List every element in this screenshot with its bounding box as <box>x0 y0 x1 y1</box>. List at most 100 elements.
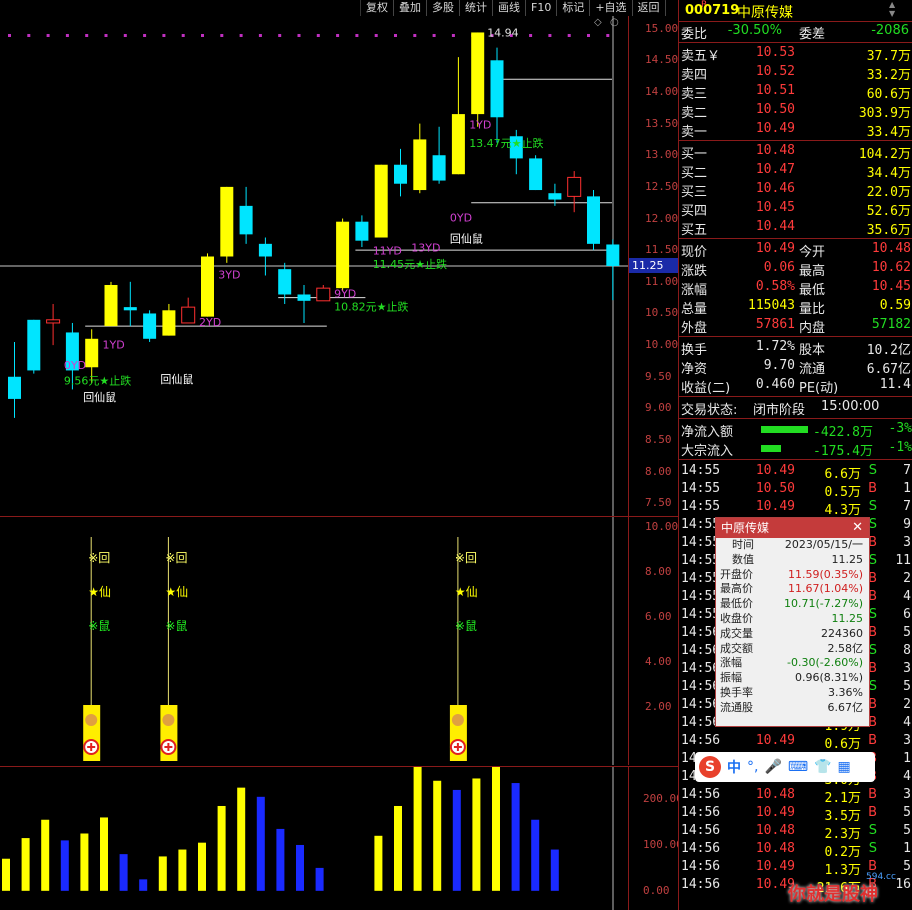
cell: 8 <box>903 643 911 658</box>
popup-row: 收盘价 11.25 <box>716 612 869 627</box>
volume-bar <box>237 787 246 891</box>
cell: 22.0万 <box>866 185 911 200</box>
candle-body <box>471 32 485 115</box>
cell: 今开 <box>799 245 826 260</box>
chart-annotation: 10.82元★止跌 <box>334 299 408 313</box>
candle-body <box>123 307 137 311</box>
cell: B <box>868 481 877 496</box>
toolbar-button-4[interactable]: 画线 <box>493 0 526 16</box>
candle-body <box>529 158 543 191</box>
volume-bar <box>198 842 206 891</box>
toolbar-button-8[interactable]: 返回 <box>633 0 666 16</box>
volume-bar <box>217 805 226 891</box>
high-price-label: 14.94 <box>487 26 519 39</box>
cell: -2086 <box>871 23 909 38</box>
cell: 2 <box>903 571 911 586</box>
price-tick-label: 7.50 <box>645 496 672 510</box>
popup-row: 流通股 6.67亿 <box>716 701 869 716</box>
cell: 0.59 <box>879 298 911 313</box>
toolbox-grid-icon[interactable]: ▦ <box>838 759 851 775</box>
cell: 5 <box>903 625 911 640</box>
cell: 10.52 <box>755 64 795 79</box>
popup-value: 6.67亿 <box>827 700 864 714</box>
volume-bar <box>511 783 520 891</box>
signal-chart[interactable]: ※回 ★仙 ※鼠 ※回 ★仙 ※鼠 ※回 ★仙 ※鼠 <box>0 517 628 765</box>
top-marker <box>201 34 204 37</box>
panel-divider <box>679 42 912 43</box>
price-tick-label: 8.50 <box>645 433 672 447</box>
ime-punct-button[interactable]: °, <box>747 759 758 775</box>
ime-toolbar[interactable]: S 中 °, 🎤 ⌨ 👕 ▦ <box>695 752 875 782</box>
toolbar-button-5[interactable]: F10 <box>526 0 558 16</box>
top-marker <box>529 34 533 37</box>
current-price-tag: 11.25 <box>629 258 678 273</box>
cell: 最低 <box>799 283 826 298</box>
cell: 10.53 <box>755 45 795 60</box>
volume-chart[interactable] <box>0 767 628 910</box>
kline-info-popup[interactable]: 中原传媒 ✕ 时间 2023/05/15/一 数值 11.25 开盘价 11.59(0.3… <box>715 517 870 727</box>
arrow-down-icon[interactable]: ▼ <box>889 9 895 18</box>
top-marker <box>355 34 359 37</box>
popup-row: 成交额 2.58亿 <box>716 642 869 657</box>
volume-tick-label: 0.00 <box>643 883 670 897</box>
cell: PE(动) <box>799 381 839 396</box>
cell: 14:56 <box>681 841 721 856</box>
top-marker <box>162 34 166 37</box>
volume-bar <box>256 796 265 891</box>
popup-key: 数值 <box>732 552 754 566</box>
cell: S <box>868 463 877 478</box>
chart-annotation: 回仙鼠 <box>83 390 116 404</box>
volume-bar <box>119 854 128 891</box>
signal-text: ※鼠 <box>455 619 477 633</box>
tick-row: 14:56 10.49 3.5万 B 5 <box>679 804 912 824</box>
cell: 14:56 <box>681 823 721 838</box>
toolbar-button-1[interactable]: 叠加 <box>394 0 427 16</box>
toolbar-button-2[interactable]: 多股 <box>427 0 460 16</box>
skin-icon[interactable]: 👕 <box>814 759 831 775</box>
candlestick-chart[interactable]: 14.94 9.56元★止跌 回仙鼠 0YD 1YD 回仙鼠 2YD 3YD 9YD 10.82元… <box>0 16 628 516</box>
cell: 303.9万 <box>858 106 911 121</box>
candle-body <box>220 186 234 257</box>
arrow-up-icon[interactable]: ▲ <box>889 0 895 9</box>
watermark: 594.cc 你就是股神 <box>760 872 910 908</box>
toolbar-button-3[interactable]: 统计 <box>460 0 493 16</box>
bid-row-1: 买一 10.48 104.2万 <box>679 142 912 162</box>
volume-bar <box>413 767 422 891</box>
top-marker <box>316 34 320 37</box>
cell: 10.48 <box>755 823 795 838</box>
popup-key: 成交量 <box>720 626 753 640</box>
top-marker <box>85 34 89 37</box>
microphone-icon[interactable]: 🎤 <box>764 759 781 775</box>
close-icon[interactable]: ✕ <box>852 518 863 538</box>
chart-annotation: 13.47元★止跌 <box>469 136 543 150</box>
toolbar-button-6[interactable]: 标记 <box>557 0 591 16</box>
volume-bar <box>100 817 108 891</box>
popup-row: 最低价 10.71(-7.27%) <box>716 597 869 612</box>
toolbar-button-0[interactable]: 复权 <box>361 0 394 16</box>
volume-bar <box>178 849 187 891</box>
cell: 104.2万 <box>858 147 911 162</box>
cell: 1 <box>903 481 911 496</box>
popup-header[interactable]: 中原传媒 ✕ <box>716 518 869 538</box>
toolbar-button-7[interactable]: +自选 <box>590 0 633 16</box>
price-tick-label: 12.50 <box>645 179 678 193</box>
price-tick-label: 14.50 <box>645 53 678 67</box>
candle-body <box>46 319 61 324</box>
chart-collapse-toggle[interactable]: ◇ <box>594 17 602 28</box>
volume-bar <box>550 849 559 891</box>
popup-row: 成交量 224360 <box>716 627 869 642</box>
cell: 1.72% <box>755 339 795 354</box>
chart-expand-toggle[interactable]: ○ <box>610 17 619 28</box>
candle-body <box>606 244 620 266</box>
cell: 卖二 <box>681 106 708 121</box>
cell: 2 <box>903 697 911 712</box>
money-bag-icon <box>85 714 98 726</box>
cell: S <box>868 823 877 838</box>
sogou-logo-icon[interactable]: S <box>699 756 721 778</box>
signal-text: ※回 <box>88 551 110 565</box>
keyboard-icon[interactable]: ⌨ <box>788 759 808 775</box>
ime-chinese-mode-button[interactable]: 中 <box>727 757 741 777</box>
volume-bar <box>492 767 500 891</box>
quote-row: 涨幅 0.58% 最低 10.45 <box>679 278 912 298</box>
cell: 14:56 <box>681 859 721 874</box>
